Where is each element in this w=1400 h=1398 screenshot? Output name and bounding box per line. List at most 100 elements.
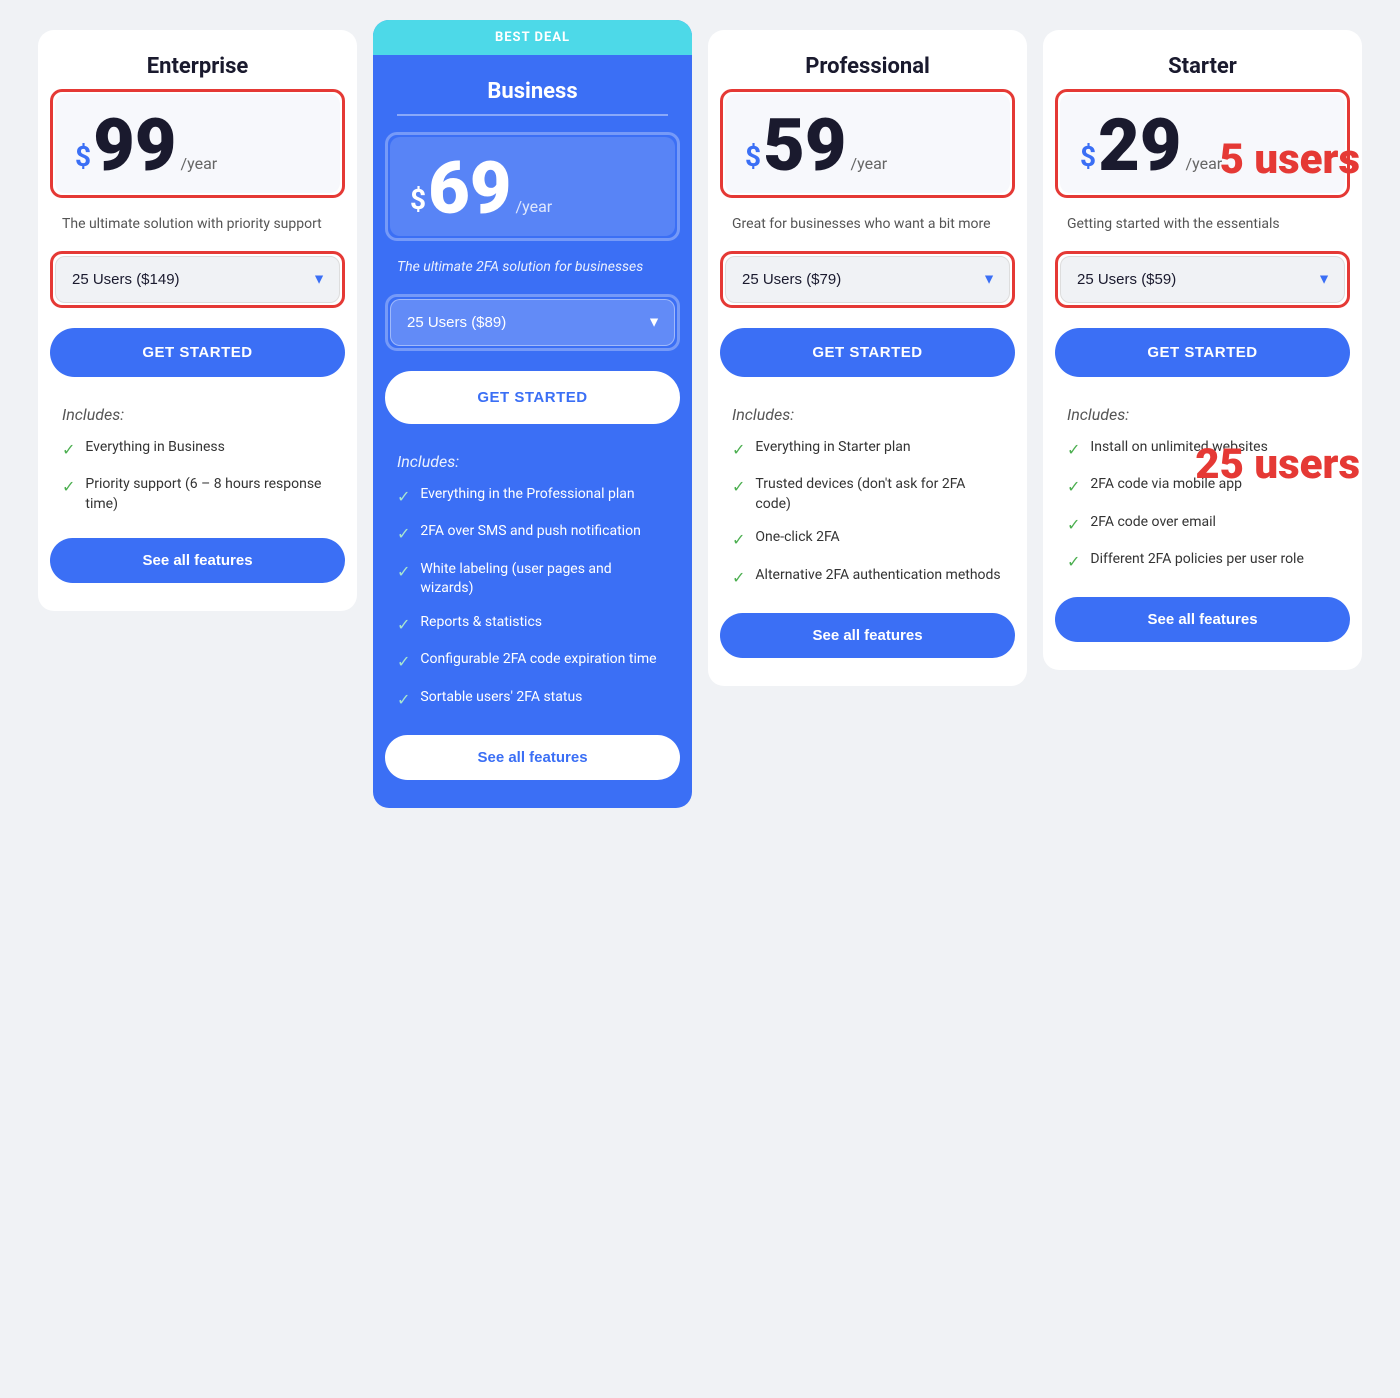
enterprise-user-select-container[interactable]: 25 Users ($149) 5 Users ($99) 10 Users (… [55, 256, 340, 303]
check-icon: ✓ [397, 689, 410, 711]
check-icon: ✓ [732, 567, 745, 589]
professional-user-select-container[interactable]: 25 Users ($79) 5 Users ($59) ▼ [725, 256, 1010, 303]
list-item: ✓ Sortable users' 2FA status [397, 688, 668, 711]
professional-see-all-button[interactable]: See all features [720, 613, 1015, 658]
enterprise-price-row: $ 99 /year [75, 114, 320, 179]
enterprise-includes-label: Includes: [62, 405, 333, 424]
starter-description: Getting started with the essentials [1043, 198, 1362, 251]
check-icon: ✓ [62, 476, 75, 498]
business-divider [397, 114, 668, 116]
starter-includes-label: Includes: [1067, 405, 1338, 424]
business-description: The ultimate 2FA solution for businesses [373, 241, 692, 294]
business-price-row: $ 69 /year [410, 157, 655, 222]
check-icon: ✓ [1067, 439, 1080, 461]
check-icon: ✓ [1067, 514, 1080, 536]
business-feature-6: Sortable users' 2FA status [420, 688, 582, 708]
enterprise-dollar-sign: $ [75, 143, 91, 171]
check-icon: ✓ [732, 476, 745, 498]
enterprise-user-select-wrapper: 25 Users ($149) 5 Users ($99) 10 Users (… [50, 251, 345, 308]
enterprise-user-select[interactable]: 25 Users ($149) 5 Users ($99) 10 Users (… [55, 256, 340, 303]
starter-feature-3: 2FA code over email [1090, 513, 1216, 533]
professional-description: Great for businesses who want a bit more [708, 198, 1027, 251]
professional-feature-4: Alternative 2FA authentication methods [755, 566, 1000, 586]
professional-feature-3: One-click 2FA [755, 528, 839, 548]
check-icon: ✓ [1067, 551, 1080, 573]
business-user-select-wrapper: 25 Users ($89) 5 Users ($69) ▼ [385, 294, 680, 351]
enterprise-includes: Includes: ✓ Everything in Business ✓ Pri… [38, 405, 357, 515]
starter-price-amount: 29 [1098, 114, 1181, 179]
list-item: ✓ One-click 2FA [732, 528, 1003, 551]
enterprise-price-period: /year [181, 154, 218, 173]
starter-header: Starter [1043, 30, 1362, 89]
plan-starter: Starter $ 29 /year Getting started with … [1043, 30, 1362, 670]
check-icon: ✓ [397, 614, 410, 636]
enterprise-price-amount: 99 [93, 114, 176, 179]
professional-dollar-sign: $ [745, 143, 761, 171]
starter-price-box: $ 29 /year [1060, 94, 1345, 193]
professional-get-started-button[interactable]: GET STARTED [720, 328, 1015, 377]
professional-price-period: /year [851, 154, 888, 173]
plan-professional: Professional $ 59 /year Great for busine… [708, 30, 1027, 686]
professional-includes: Includes: ✓ Everything in Starter plan ✓… [708, 405, 1027, 589]
list-item: ✓ 2FA code via mobile app [1067, 475, 1338, 498]
starter-price-row: $ 29 /year [1080, 114, 1325, 179]
plan-enterprise: Enterprise $ 99 /year The ultimate solut… [38, 30, 357, 611]
enterprise-feature-1: Everything in Business [85, 438, 224, 458]
list-item: ✓ 2FA over SMS and push notification [397, 522, 668, 545]
professional-includes-label: Includes: [732, 405, 1003, 424]
enterprise-feature-2: Priority support (6 – 8 hours response t… [85, 475, 333, 514]
professional-price-box: $ 59 /year [725, 94, 1010, 193]
starter-user-select-wrapper: 25 Users ($59) 5 Users ($29) ▼ [1055, 251, 1350, 308]
check-icon: ✓ [397, 561, 410, 583]
professional-user-select[interactable]: 25 Users ($79) 5 Users ($59) [725, 256, 1010, 303]
enterprise-header: Enterprise [38, 30, 357, 89]
pricing-grid: Enterprise $ 99 /year The ultimate solut… [20, 20, 1380, 818]
professional-header: Professional [708, 30, 1027, 89]
starter-see-all-button[interactable]: See all features [1055, 597, 1350, 642]
list-item: ✓ Everything in Business [62, 438, 333, 461]
enterprise-get-started-button[interactable]: GET STARTED [50, 328, 345, 377]
business-get-started-button[interactable]: GET STARTED [385, 371, 680, 424]
business-price-box: $ 69 /year [390, 137, 675, 236]
list-item: ✓ Everything in Starter plan [732, 438, 1003, 461]
enterprise-description: The ultimate solution with priority supp… [38, 198, 357, 251]
professional-price-row: $ 59 /year [745, 114, 990, 179]
business-includes: Includes: ✓ Everything in the Profession… [373, 452, 692, 711]
business-price-box-wrapper: $ 69 /year [385, 132, 680, 241]
list-item: ✓ Priority support (6 – 8 hours response… [62, 475, 333, 514]
business-header: Business [373, 55, 692, 114]
starter-user-select-container[interactable]: 25 Users ($59) 5 Users ($29) ▼ [1060, 256, 1345, 303]
business-user-select[interactable]: 25 Users ($89) 5 Users ($69) [390, 299, 675, 346]
starter-get-started-button[interactable]: GET STARTED [1055, 328, 1350, 377]
professional-price-amount: 59 [763, 114, 846, 179]
business-feature-4: Reports & statistics [420, 613, 542, 633]
starter-feature-4: Different 2FA policies per user role [1090, 550, 1303, 570]
business-see-all-button[interactable]: See all features [385, 735, 680, 780]
check-icon: ✓ [62, 439, 75, 461]
business-user-select-container[interactable]: 25 Users ($89) 5 Users ($69) ▼ [390, 299, 675, 346]
best-deal-banner: BEST DEAL [373, 20, 692, 55]
starter-includes: Includes: ✓ Install on unlimited website… [1043, 405, 1362, 574]
business-feature-1: Everything in the Professional plan [420, 485, 634, 505]
enterprise-see-all-button[interactable]: See all features [50, 538, 345, 583]
professional-user-select-wrapper: 25 Users ($79) 5 Users ($59) ▼ [720, 251, 1015, 308]
plan-business: BEST DEAL Business $ 69 /year The ultima… [373, 20, 692, 808]
check-icon: ✓ [397, 523, 410, 545]
enterprise-price-box-wrapper: $ 99 /year [50, 89, 345, 198]
list-item: ✓ Reports & statistics [397, 613, 668, 636]
starter-user-select[interactable]: 25 Users ($59) 5 Users ($29) [1060, 256, 1345, 303]
list-item: ✓ White labeling (user pages and wizards… [397, 560, 668, 599]
list-item: ✓ 2FA code over email [1067, 513, 1338, 536]
list-item: ✓ Alternative 2FA authentication methods [732, 566, 1003, 589]
enterprise-plan-name: Enterprise [147, 54, 249, 79]
business-plan-name: Business [487, 79, 577, 104]
professional-price-box-wrapper: $ 59 /year [720, 89, 1015, 198]
check-icon: ✓ [397, 651, 410, 673]
check-icon: ✓ [397, 486, 410, 508]
list-item: ✓ Trusted devices (don't ask for 2FA cod… [732, 475, 1003, 514]
starter-price-box-wrapper: $ 29 /year [1055, 89, 1350, 198]
pricing-page: 5 users 25 users Enterprise $ 99 /year T… [20, 20, 1380, 818]
starter-feature-1: Install on unlimited websites [1090, 438, 1267, 458]
business-feature-2: 2FA over SMS and push notification [420, 522, 640, 542]
business-price-amount: 69 [428, 157, 511, 222]
